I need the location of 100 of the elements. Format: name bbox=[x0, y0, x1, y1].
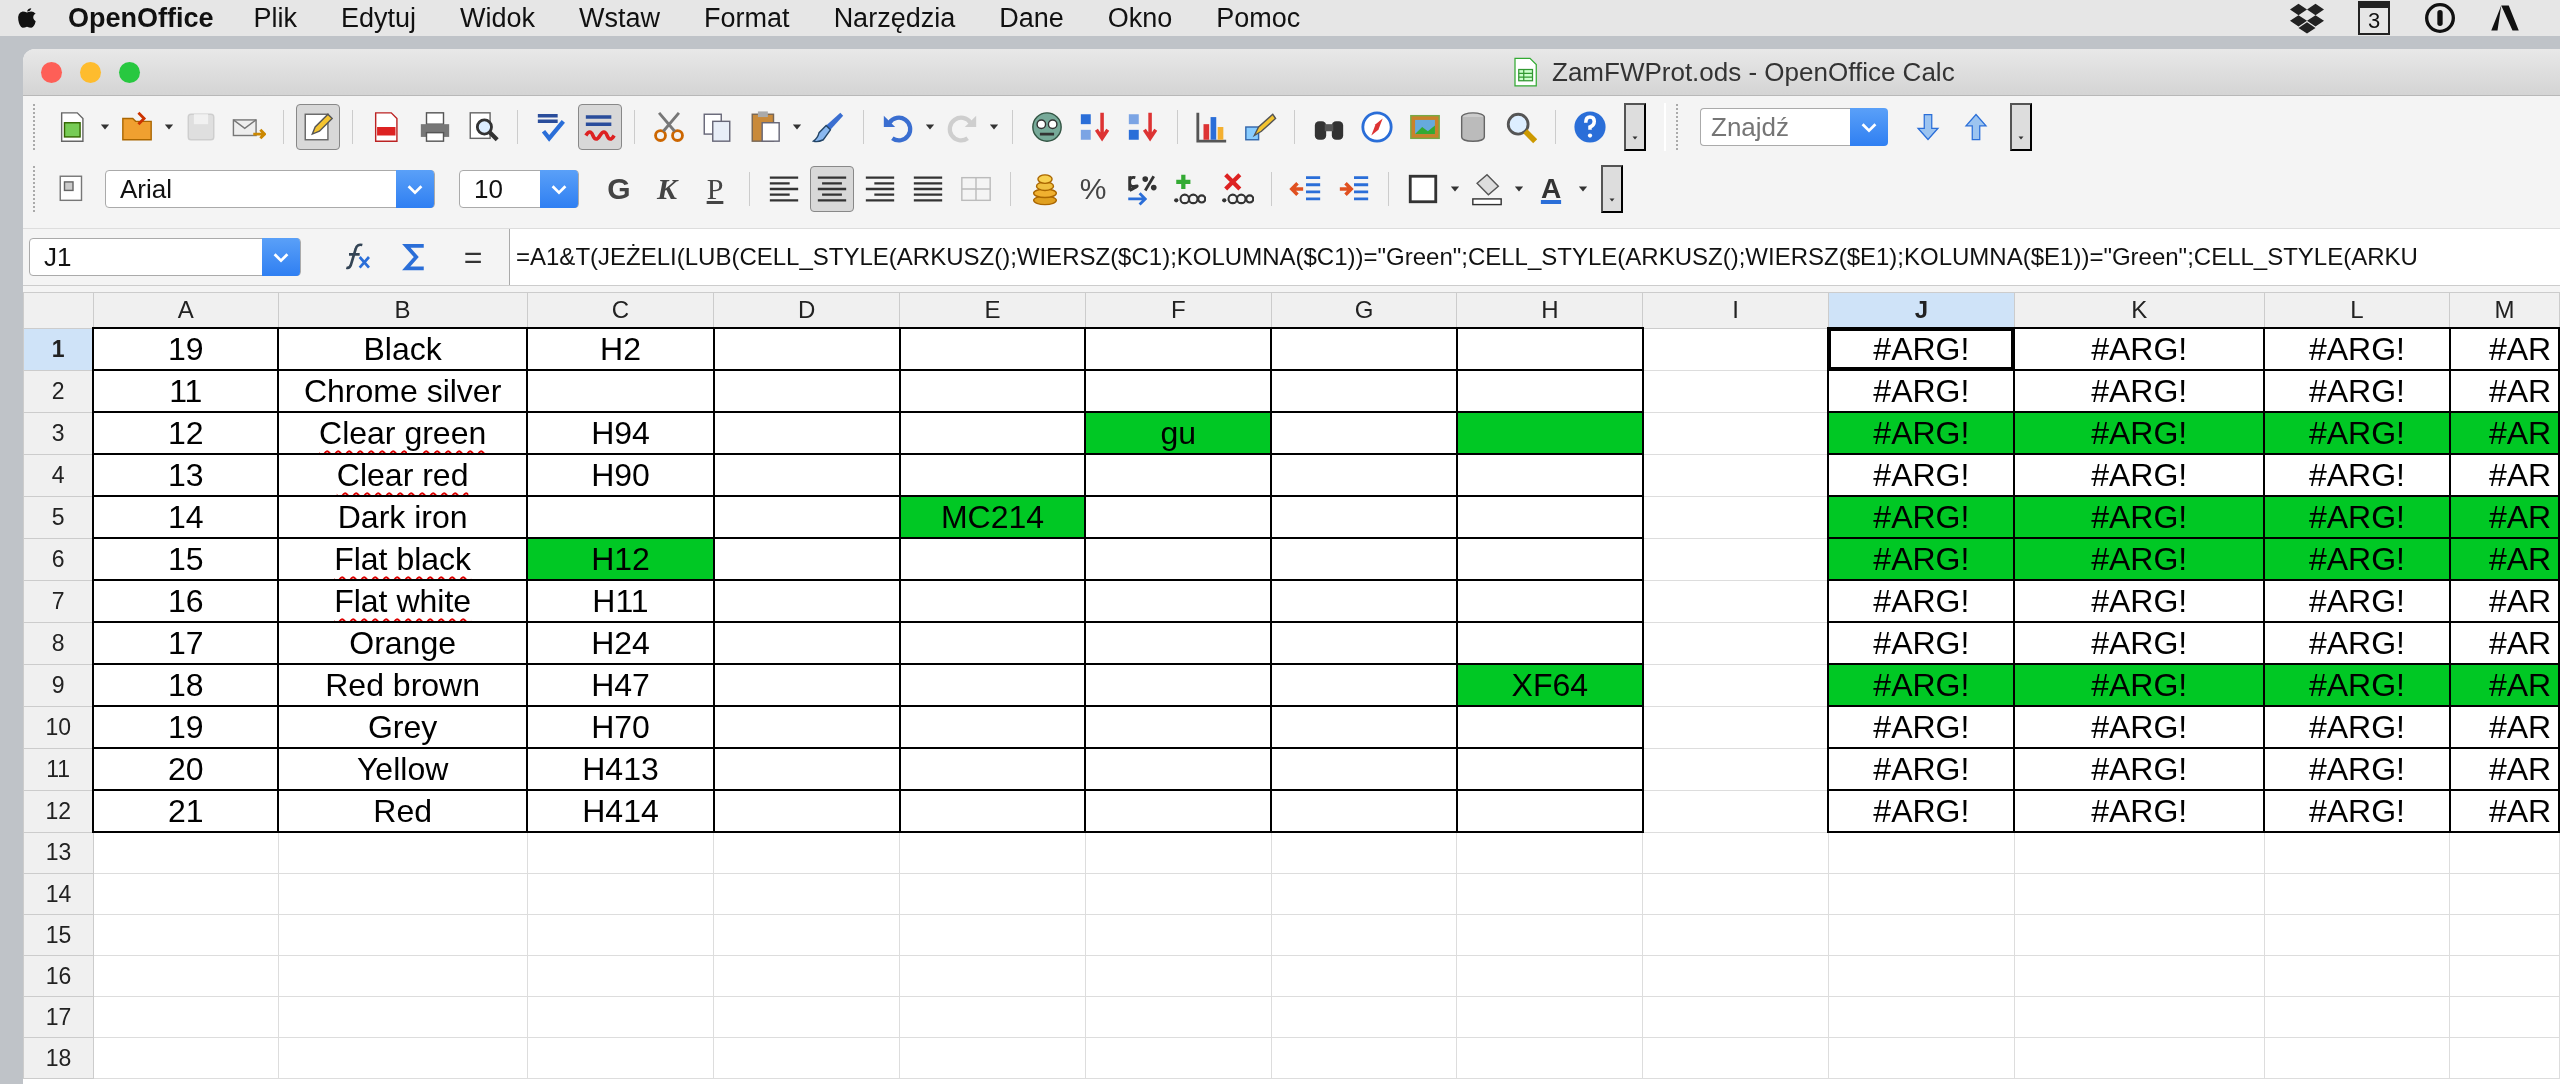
menu-item[interactable]: Widok bbox=[460, 2, 536, 34]
table-cell: Chrome silver bbox=[278, 370, 528, 412]
formula-field[interactable]: =A1&T(JEŻELI(LUB(CELL_STYLE(ARKUSZ();WIERSZ($C1);KOLUMNA($C1))="Green";CELL_STYLE(ARKUSZ();WIERSZ($E1);KOLUMNA($E1))="Green";CELL_STYLE(ARKU bbox=[509, 229, 2560, 285]
find-field[interactable]: Znajdź bbox=[1700, 108, 1850, 146]
row-header[interactable]: 11 bbox=[23, 748, 94, 790]
caret-icon[interactable] bbox=[924, 122, 936, 132]
table-cell: gu bbox=[1085, 412, 1272, 454]
row-header[interactable]: 14 bbox=[23, 873, 94, 915]
calendar-icon[interactable]: 3 bbox=[2358, 1, 2390, 35]
row-header[interactable]: 10 bbox=[23, 706, 94, 748]
overflow-button[interactable] bbox=[1624, 103, 1646, 151]
column-header[interactable]: A bbox=[93, 292, 279, 328]
caret-icon[interactable] bbox=[1577, 184, 1589, 194]
column-header[interactable]: C bbox=[527, 292, 714, 328]
border-icon[interactable] bbox=[1406, 172, 1440, 206]
row-header[interactable]: 8 bbox=[23, 622, 94, 664]
table-cell: #AR bbox=[2449, 580, 2559, 622]
table-cell: 16 bbox=[93, 580, 279, 622]
name-box[interactable]: J1 bbox=[29, 238, 301, 276]
table-cell: Red bbox=[278, 790, 528, 832]
search-icon[interactable] bbox=[1504, 110, 1538, 144]
pencil-document-button[interactable] bbox=[296, 104, 340, 150]
row-header[interactable]: 15 bbox=[23, 914, 94, 956]
paint-bucket-icon[interactable] bbox=[1470, 172, 1504, 206]
underline-button[interactable]: P bbox=[693, 166, 737, 212]
table-cell: #ARG! bbox=[1828, 790, 2015, 832]
round-icon[interactable] bbox=[1030, 110, 1064, 144]
font-color-button[interactable]: A bbox=[1529, 166, 1573, 212]
column-header[interactable]: M bbox=[2449, 292, 2559, 328]
spellcheck-wave-button[interactable] bbox=[578, 104, 622, 150]
help-icon[interactable] bbox=[1573, 110, 1607, 144]
font-size-field[interactable]: 10 bbox=[459, 170, 579, 208]
align-center-button[interactable] bbox=[810, 166, 854, 212]
menu-item[interactable]: Pomoc bbox=[1216, 2, 1301, 34]
keyhole-icon[interactable] bbox=[2424, 2, 2456, 34]
caret-icon[interactable] bbox=[791, 122, 803, 132]
caret-icon[interactable] bbox=[1449, 184, 1461, 194]
delete-decimal-icon[interactable] bbox=[1220, 172, 1254, 206]
row-header[interactable]: 17 bbox=[23, 996, 94, 1038]
column-header[interactable]: H bbox=[1456, 292, 1643, 328]
column-header[interactable]: E bbox=[899, 292, 1086, 328]
column-header[interactable]: I bbox=[1642, 292, 1829, 328]
row-header[interactable]: 1 bbox=[23, 328, 94, 370]
table-cell: #ARG! bbox=[1828, 496, 2015, 538]
overflow-button[interactable] bbox=[2010, 103, 2032, 151]
scissors-icon[interactable] bbox=[652, 110, 686, 144]
column-header[interactable]: F bbox=[1085, 292, 1272, 328]
table-cell: #ARG! bbox=[2264, 664, 2450, 706]
caret-icon[interactable] bbox=[1513, 184, 1525, 194]
function-button[interactable]: = bbox=[451, 234, 495, 280]
menu-item[interactable]: Format bbox=[704, 2, 790, 34]
sort-descending-icon[interactable] bbox=[1126, 110, 1160, 144]
caret-icon[interactable] bbox=[163, 122, 175, 132]
app-menu[interactable]: OpenOffice bbox=[68, 2, 214, 34]
overflow-button[interactable] bbox=[1601, 165, 1623, 213]
row-header[interactable]: 16 bbox=[23, 955, 94, 997]
row-header[interactable]: 6 bbox=[23, 538, 94, 580]
triangle-logo-icon[interactable] bbox=[2490, 3, 2520, 33]
column-header[interactable]: B bbox=[278, 292, 528, 328]
table-cell: Orange bbox=[278, 622, 528, 664]
dropdown-button[interactable] bbox=[1850, 108, 1888, 146]
sort-ascending-icon[interactable] bbox=[1078, 110, 1112, 144]
row-header[interactable]: 12 bbox=[23, 790, 94, 832]
table-cell: #ARG! bbox=[1828, 664, 2015, 706]
printer-icon[interactable] bbox=[418, 110, 452, 144]
menu-item[interactable]: Wstaw bbox=[579, 2, 661, 34]
menu-item[interactable]: Narzędzia bbox=[833, 2, 956, 34]
column-header[interactable]: D bbox=[713, 292, 900, 328]
paintbrush-icon[interactable] bbox=[812, 110, 846, 144]
column-header[interactable]: K bbox=[2014, 292, 2265, 328]
font-name-field[interactable]: Arial bbox=[105, 170, 435, 208]
row-header[interactable]: 9 bbox=[23, 664, 94, 706]
table-cell: #ARG! bbox=[2014, 664, 2265, 706]
table-cell: #ARG! bbox=[2264, 328, 2450, 370]
menu-item[interactable]: Edytuj bbox=[341, 2, 417, 34]
caret-icon[interactable] bbox=[99, 122, 111, 132]
row-header[interactable]: 7 bbox=[23, 580, 94, 622]
table-cell: #ARG! bbox=[2264, 748, 2450, 790]
bar-chart-icon[interactable] bbox=[1195, 110, 1229, 144]
table-cell: Black bbox=[278, 328, 528, 370]
column-header[interactable]: J bbox=[1828, 292, 2015, 328]
row-header[interactable]: 13 bbox=[23, 832, 94, 874]
dropbox-icon[interactable] bbox=[2290, 1, 2324, 35]
add-decimal-icon[interactable] bbox=[1172, 172, 1206, 206]
italic-button[interactable]: K bbox=[645, 166, 689, 212]
menu-item[interactable]: Dane bbox=[999, 2, 1064, 34]
table-cell: H2 bbox=[527, 328, 714, 370]
compass-icon[interactable] bbox=[1360, 110, 1394, 144]
row-header[interactable]: 2 bbox=[23, 370, 94, 412]
column-header[interactable]: G bbox=[1271, 292, 1457, 328]
menu-item[interactable]: Okno bbox=[1107, 2, 1173, 34]
row-header[interactable]: 4 bbox=[23, 454, 94, 496]
menu-item[interactable]: Plik bbox=[253, 2, 298, 34]
row-header[interactable]: 5 bbox=[23, 496, 94, 538]
row-header[interactable]: 3 bbox=[23, 412, 94, 454]
percent-button[interactable]: % bbox=[1071, 166, 1115, 212]
column-header[interactable]: L bbox=[2264, 292, 2450, 328]
cell-cursor[interactable]: #ARG! bbox=[1828, 328, 2015, 370]
bold-button[interactable]: G bbox=[597, 166, 641, 212]
row-header[interactable]: 18 bbox=[23, 1037, 94, 1079]
